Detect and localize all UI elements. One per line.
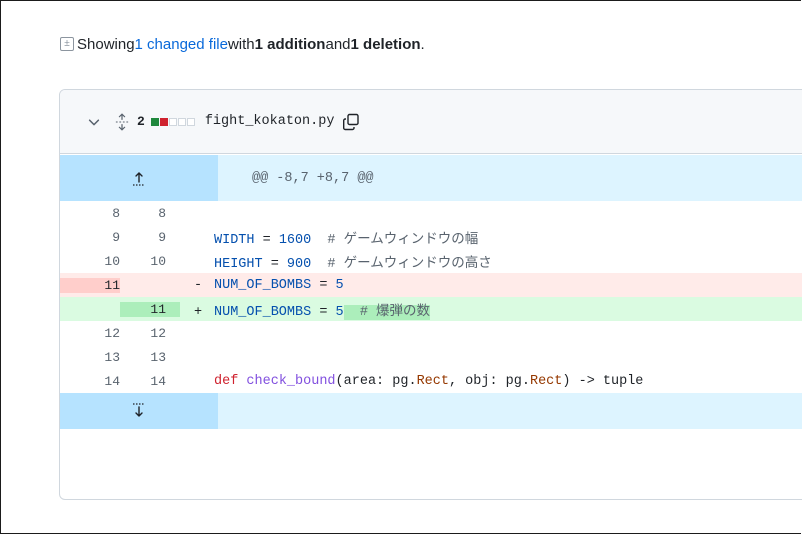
new-line-number[interactable]: 13 <box>120 350 180 365</box>
expand-up-button[interactable] <box>60 155 218 201</box>
code-text: ) -> tuple <box>562 373 644 389</box>
old-line-number[interactable]: 8 <box>60 206 120 221</box>
code-comment: # ゲームウィンドウの高さ <box>311 256 492 272</box>
line-code: HEIGHT = 900 # ゲームウィンドウの高さ <box>180 251 802 272</box>
diff-line: 12 12 <box>60 321 802 345</box>
changed-files-link[interactable]: 1 changed file <box>135 36 228 53</box>
code-number: 5 <box>335 277 344 293</box>
code-operator: = <box>262 256 287 272</box>
line-code: - NUM_OF_BOMBS = 5 <box>180 278 802 293</box>
change-count: 2 <box>137 114 145 129</box>
code-number: 5 <box>335 304 344 320</box>
diffstat-block-neutral <box>186 117 195 126</box>
code-operator: = <box>311 304 336 320</box>
code-identifier: HEIGHT <box>214 256 263 272</box>
deletion-marker: - <box>194 277 203 293</box>
expand-all-icon[interactable] <box>115 113 129 131</box>
new-line-number[interactable]: 10 <box>120 254 180 269</box>
diff-icon: ± <box>60 37 74 51</box>
code-keyword: def <box>214 373 239 389</box>
code-function-name: check_bound <box>246 373 336 389</box>
diff-line: 9 9 WIDTH = 1600 # ゲームウィンドウの幅 <box>60 225 802 249</box>
hunk-header-row: @@ -8,7 +8,7 @@ <box>60 155 802 201</box>
addition-marker: + <box>194 304 203 320</box>
file-header: 2 fight_kokaton.py <box>60 90 802 154</box>
added-comment-highlight: # 爆弾の数 <box>343 304 431 320</box>
added-line: 11 + NUM_OF_BOMBS = 5 # 爆弾の数 <box>60 297 802 321</box>
code-text: , obj: pg. <box>448 373 530 389</box>
old-line-number[interactable]: 9 <box>60 230 120 245</box>
diffstat-block-deleted <box>159 117 168 126</box>
code-identifier: WIDTH <box>214 232 255 248</box>
diffstat-block-neutral <box>177 117 186 126</box>
code-number: 1600 <box>278 232 312 248</box>
new-line-number[interactable]: 8 <box>120 206 180 221</box>
line-code: def check_bound(area: pg.Rect, obj: pg.R… <box>180 374 802 389</box>
deleted-line: 11 - NUM_OF_BOMBS = 5 <box>60 273 802 297</box>
old-line-number[interactable]: 10 <box>60 254 120 269</box>
code-identifier: NUM_OF_BOMBS <box>214 277 312 293</box>
code-comment: # ゲームウィンドウの幅 <box>311 232 479 248</box>
old-line-number[interactable]: 13 <box>60 350 120 365</box>
expand-down-button[interactable] <box>60 393 218 429</box>
line-code: + NUM_OF_BOMBS = 5 # 爆弾の数 <box>180 299 802 320</box>
diff-line: 13 13 <box>60 345 802 369</box>
deletions-count: 1 deletion <box>350 35 421 53</box>
diff-line: 10 10 HEIGHT = 900 # ゲームウィンドウの高さ <box>60 249 802 273</box>
code-operator: = <box>311 277 336 293</box>
expand-down-icon <box>133 403 144 417</box>
diffstat-bars <box>150 117 195 126</box>
code-operator: = <box>254 232 279 248</box>
summary-suffix: . <box>420 35 425 53</box>
expand-up-icon <box>133 172 144 186</box>
diff-table: @@ -8,7 +8,7 @@ 8 8 9 9 WIDTH = 1600 # ゲ… <box>60 155 802 429</box>
old-line-number[interactable]: 14 <box>60 374 120 389</box>
diff-line: 14 14 def check_bound(area: pg.Rect, obj… <box>60 369 802 393</box>
new-line-number[interactable]: 14 <box>120 374 180 389</box>
hunk-header-text: @@ -8,7 +8,7 @@ <box>252 170 374 186</box>
additions-count: 1 addition <box>254 35 326 53</box>
code-type: Rect <box>529 373 563 389</box>
diffstat-block-added <box>150 117 159 126</box>
code-identifier: NUM_OF_BOMBS <box>214 304 312 320</box>
diffstat-block-neutral <box>168 117 177 126</box>
old-line-number[interactable]: 11 <box>60 277 120 293</box>
line-code: WIDTH = 1600 # ゲームウィンドウの幅 <box>180 227 802 248</box>
diff-summary: ± Showing 1 changed file with 1 addition… <box>60 33 425 55</box>
old-line-number[interactable]: 12 <box>60 326 120 341</box>
summary-and: and <box>325 35 351 53</box>
code-text: (area: pg. <box>335 373 417 389</box>
summary-with: with <box>227 35 255 53</box>
copy-icon[interactable] <box>342 113 360 131</box>
chevron-down-icon[interactable] <box>87 115 101 129</box>
code-number: 900 <box>286 256 312 272</box>
file-diff: 2 fight_kokaton.py @@ -8,7 +8,7 @@ 8 8 9… <box>59 89 802 500</box>
new-line-number[interactable]: 12 <box>120 326 180 341</box>
expand-row <box>60 393 802 429</box>
summary-prefix: Showing <box>77 35 135 53</box>
code-type: Rect <box>416 373 449 389</box>
new-line-number[interactable]: 11 <box>120 301 180 317</box>
new-line-number[interactable]: 9 <box>120 230 180 245</box>
file-name[interactable]: fight_kokaton.py <box>205 114 335 129</box>
diff-line: 8 8 <box>60 201 802 225</box>
